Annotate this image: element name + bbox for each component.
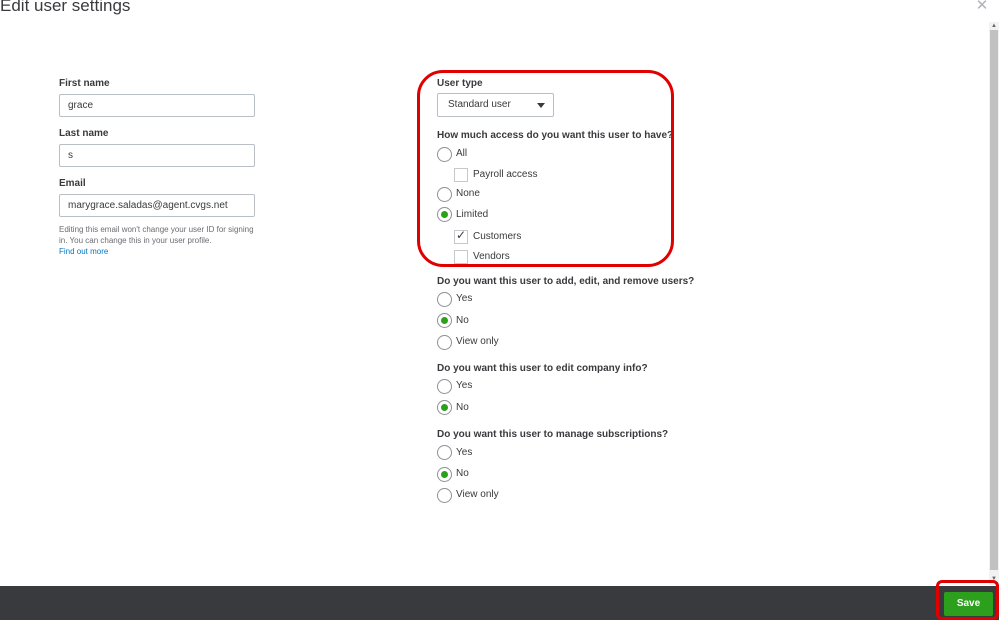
scrollbar[interactable]: ▲ ▼ xyxy=(989,22,999,585)
company-info-yes-label: Yes xyxy=(456,380,473,391)
manage-users-yes-radio[interactable] xyxy=(437,292,452,307)
company-info-question: Do you want this user to edit company in… xyxy=(437,363,648,374)
manage-users-question: Do you want this user to add, edit, and … xyxy=(437,276,695,287)
page-title: Edit user settings xyxy=(0,0,131,15)
close-icon[interactable]: ✕ xyxy=(972,0,992,14)
subscriptions-no-radio[interactable] xyxy=(437,467,452,482)
manage-users-yes-label: Yes xyxy=(456,293,473,304)
scroll-thumb[interactable] xyxy=(990,30,998,570)
company-info-yes-radio[interactable] xyxy=(437,379,452,394)
subscriptions-question: Do you want this user to manage subscrip… xyxy=(437,429,669,440)
subscriptions-view-only-radio[interactable] xyxy=(437,488,452,503)
scroll-up-arrow-icon[interactable]: ▲ xyxy=(990,22,998,30)
email-help-text: Editing this email won't change your use… xyxy=(59,225,254,245)
find-out-more-link[interactable]: Find out more xyxy=(59,247,108,256)
first-name-input[interactable] xyxy=(59,94,255,117)
footer-bar xyxy=(0,586,999,620)
subscriptions-yes-radio[interactable] xyxy=(437,445,452,460)
save-highlight-box xyxy=(936,580,999,620)
last-name-input[interactable] xyxy=(59,144,255,167)
company-info-no-radio[interactable] xyxy=(437,400,452,415)
email-label: Email xyxy=(59,178,86,189)
manage-users-view-only-label: View only xyxy=(456,336,499,347)
last-name-label: Last name xyxy=(59,128,109,139)
manage-users-no-radio[interactable] xyxy=(437,313,452,328)
subscriptions-view-only-label: View only xyxy=(456,489,499,500)
manage-users-no-label: No xyxy=(456,315,469,326)
subscriptions-yes-label: Yes xyxy=(456,447,473,458)
manage-users-view-only-radio[interactable] xyxy=(437,335,452,350)
access-highlight-box xyxy=(417,70,674,267)
company-info-no-label: No xyxy=(456,402,469,413)
subscriptions-no-label: No xyxy=(456,468,469,479)
first-name-label: First name xyxy=(59,78,110,89)
email-input[interactable] xyxy=(59,194,255,217)
